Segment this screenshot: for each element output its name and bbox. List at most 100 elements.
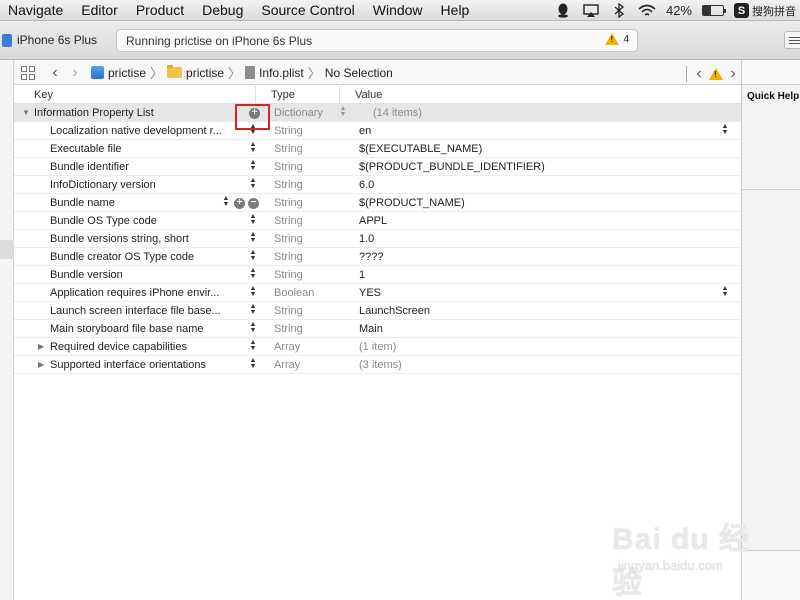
row-value[interactable]: 1.0: [353, 233, 741, 245]
input-method[interactable]: S 搜狗拼音: [734, 3, 796, 19]
next-issue-icon[interactable]: ›: [727, 63, 739, 85]
row-value[interactable]: $(PRODUCT_BUNDLE_IDENTIFIER): [353, 161, 741, 173]
watermark-logo: Bai du 经验: [612, 523, 751, 600]
crumb-project[interactable]: prictise: [91, 66, 146, 80]
previous-issue-icon[interactable]: ‹: [693, 63, 705, 85]
column-value-header[interactable]: Value: [339, 85, 741, 104]
row-key: Bundle creator OS Type code: [50, 250, 195, 263]
crumb-file[interactable]: Info.plist: [245, 66, 304, 80]
warning-indicator[interactable]: ! 4: [605, 33, 629, 45]
plist-row[interactable]: ▶ Required device capabilities ▲ ▼ Array (1…: [14, 338, 741, 356]
value-stepper-icon[interactable]: ▲ ▼: [721, 285, 729, 298]
row-value: (1 item): [359, 340, 397, 353]
crumb-folder[interactable]: prictise: [167, 65, 225, 80]
plist-row[interactable]: ▶ Supported interface orientations ▲ ▼ Arra…: [14, 356, 741, 374]
disclosure-collapsed-icon[interactable]: ▶: [38, 360, 50, 369]
key-stepper-icon[interactable]: ▲ ▼: [249, 231, 257, 246]
row-value[interactable]: ????: [353, 251, 741, 263]
plist-row[interactable]: Executable file ▲ ▼ String $(EXECUTABLE_NA…: [14, 140, 741, 158]
menu-product[interactable]: Product: [127, 0, 193, 21]
key-stepper-icon[interactable]: ▲ ▼: [249, 303, 257, 318]
plist-row[interactable]: InfoDictionary version ▲ ▼ String 6.0: [14, 176, 741, 194]
column-type-header[interactable]: Type: [255, 85, 339, 104]
issue-navigation: ‹ ! ›: [686, 63, 739, 85]
menu-source-control[interactable]: Source Control: [252, 0, 363, 21]
row-value[interactable]: en: [353, 125, 741, 137]
plist-row[interactable]: Bundle identifier ▲ ▼ String $(PRODUCT_BUN…: [14, 158, 741, 176]
plist-row[interactable]: Launch screen interface file base... ▲ ▼ S…: [14, 302, 741, 320]
crumb-selection[interactable]: No Selection: [325, 66, 393, 80]
editor-mode-button[interactable]: [784, 31, 800, 49]
key-stepper-icon[interactable]: ▲ ▼: [249, 357, 257, 372]
row-value[interactable]: 1: [353, 269, 741, 281]
warning-icon[interactable]: !: [709, 68, 723, 80]
qq-icon[interactable]: [554, 3, 572, 19]
row-value[interactable]: YES: [353, 287, 741, 299]
navigator-selection[interactable]: [0, 240, 14, 259]
row-value[interactable]: APPL: [353, 215, 741, 227]
key-stepper-icon[interactable]: ▲ ▼: [249, 213, 257, 228]
activity-status: Running prictise on iPhone 6s Plus: [126, 33, 313, 48]
plist-row[interactable]: Bundle versions string, short ▲ ▼ String 1…: [14, 230, 741, 248]
key-stepper-icon[interactable]: ▲ ▼: [249, 249, 257, 264]
warning-count: 4: [623, 33, 629, 45]
ime-label: 搜狗拼音: [752, 5, 796, 18]
row-value[interactable]: LaunchScreen: [353, 305, 741, 317]
disclosure-expanded-icon[interactable]: ▼: [22, 108, 32, 117]
menu-navigate[interactable]: Navigate: [0, 0, 72, 21]
status-area: 42% S 搜狗拼音: [554, 0, 800, 21]
chevron-right-icon: 〉: [228, 66, 242, 81]
key-stepper-icon[interactable]: ▲ ▼: [249, 339, 257, 354]
breadcrumb: prictise 〉 prictise 〉 Info.plist 〉 No Se…: [91, 63, 393, 82]
menu-help[interactable]: Help: [432, 0, 479, 21]
menu-editor[interactable]: Editor: [72, 0, 127, 21]
back-icon[interactable]: ‹: [45, 62, 65, 84]
plist-row[interactable]: Bundle creator OS Type code ▲ ▼ String ???…: [14, 248, 741, 266]
plist-row[interactable]: Bundle version ▲ ▼ String 1: [14, 266, 741, 284]
plist-row[interactable]: Bundle OS Type code ▲ ▼ String APPL: [14, 212, 741, 230]
forward-icon[interactable]: ›: [65, 62, 85, 84]
menu-window[interactable]: Window: [364, 0, 432, 21]
key-stepper-icon[interactable]: ▲ ▼: [249, 123, 257, 138]
key-stepper-icon[interactable]: ▲ ▼: [249, 285, 257, 300]
crumb-folder-label: prictise: [186, 65, 225, 80]
key-stepper-icon[interactable]: ▲ ▼: [249, 267, 257, 282]
menu-debug[interactable]: Debug: [193, 0, 252, 21]
disclosure-collapsed-icon[interactable]: ▶: [38, 342, 50, 351]
row-value[interactable]: 6.0: [353, 179, 741, 191]
row-type: String: [274, 178, 303, 191]
add-row-icon[interactable]: +: [234, 197, 245, 209]
key-stepper-icon[interactable]: ▲ ▼: [249, 159, 257, 174]
plist-row[interactable]: Localization native development r... ▲ ▼ S…: [14, 122, 741, 140]
row-key: Launch screen interface file base...: [50, 304, 221, 317]
plist-row[interactable]: Application requires iPhone envir... ▲ ▼ B…: [14, 284, 741, 302]
key-stepper-icon[interactable]: ▲ ▼: [222, 195, 230, 208]
chevron-right-icon: 〉: [150, 66, 164, 81]
related-items-icon[interactable]: [21, 65, 35, 80]
type-stepper-icon[interactable]: ▲ ▼: [339, 105, 347, 118]
row-value[interactable]: $(PRODUCT_NAME): [353, 197, 741, 209]
key-stepper-icon[interactable]: ▲ ▼: [249, 177, 257, 192]
remove-row-icon[interactable]: −: [248, 197, 259, 209]
sogou-icon: S: [734, 3, 749, 18]
bluetooth-icon[interactable]: [610, 3, 628, 19]
inspector-tabs[interactable]: [742, 60, 800, 85]
plist-row[interactable]: Bundle name ▲ ▼ + − String $(PRODUCT_NAME…: [14, 194, 741, 212]
row-value[interactable]: Main: [353, 323, 741, 335]
row-value[interactable]: $(EXECUTABLE_NAME): [353, 143, 741, 155]
value-stepper-icon[interactable]: ▲ ▼: [721, 123, 729, 136]
plist-row[interactable]: Main storyboard file base name ▲ ▼ String …: [14, 320, 741, 338]
row-key: Application requires iPhone envir...: [50, 286, 220, 299]
battery-icon[interactable]: [702, 5, 726, 16]
scheme-selector[interactable]: iPhone 6s Plus: [0, 29, 97, 51]
plist-root-row[interactable]: ▼ Information Property List + ▲ ▼ Diction…: [14, 104, 741, 130]
airplay-icon[interactable]: [582, 3, 600, 19]
column-key-header[interactable]: Key: [14, 89, 255, 101]
wifi-icon[interactable]: [638, 3, 656, 19]
key-stepper-icon[interactable]: ▲ ▼: [249, 141, 257, 156]
row-type: String: [274, 232, 303, 245]
row-key: Required device capabilities: [50, 340, 187, 353]
key-stepper-icon[interactable]: ▲ ▼: [249, 321, 257, 336]
file-icon: [245, 66, 256, 79]
divider: [742, 189, 800, 190]
